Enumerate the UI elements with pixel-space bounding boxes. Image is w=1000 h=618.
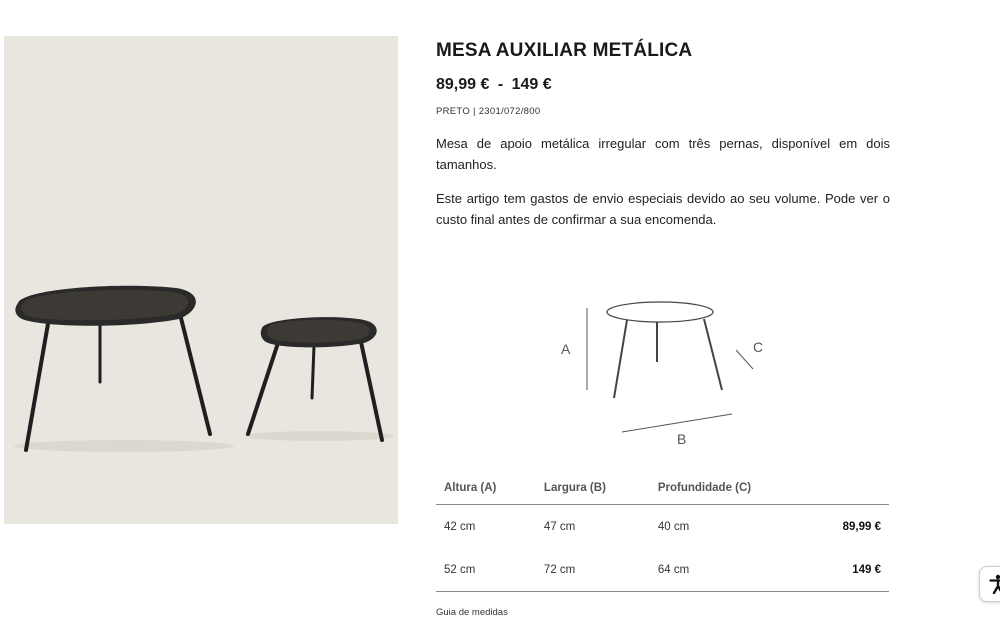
price-max: 149 € xyxy=(511,76,552,93)
cell-price: 89,99 € xyxy=(842,520,881,533)
price-range: 89,99 € - 149 € xyxy=(436,76,890,94)
cell-depth: 40 cm xyxy=(657,520,690,533)
price-min: 89,99 € xyxy=(436,76,490,93)
cell-width: 47 cm xyxy=(543,520,576,533)
header-price xyxy=(810,476,889,505)
dimension-label-c: C xyxy=(753,339,763,355)
dimension-label-a: A xyxy=(561,341,571,357)
dimensions-diagram: A C B xyxy=(561,301,763,447)
header-height: Altura (A) xyxy=(444,482,497,494)
table-row[interactable]: 42 cm 47 cm 40 cm 89,99 € xyxy=(436,505,889,549)
shipping-note: Este artigo tem gastos de envio especiai… xyxy=(436,191,890,227)
cell-depth: 64 cm xyxy=(657,563,690,576)
cell-price: 149 € xyxy=(852,563,881,576)
product-title: MESA AUXILIAR METÁLICA xyxy=(436,40,693,61)
dimension-label-b: B xyxy=(677,431,686,447)
cell-height: 52 cm xyxy=(444,563,476,576)
price-separator: - xyxy=(497,76,504,93)
header-width: Largura (B) xyxy=(543,482,606,494)
product-image[interactable] xyxy=(4,36,398,524)
side-tables-illustration xyxy=(14,285,394,452)
accessibility-button[interactable] xyxy=(979,566,1000,602)
table-row[interactable]: 52 cm 72 cm 64 cm 149 € xyxy=(436,548,889,592)
header-depth: Profundidade (C) xyxy=(657,482,752,494)
size-guide-link[interactable]: Guia de medidas xyxy=(436,607,508,618)
accessibility-icon xyxy=(989,574,1000,594)
cell-height: 42 cm xyxy=(444,520,476,533)
product-info: MESA AUXILIAR METÁLICA 89,99 € - 149 € P… xyxy=(436,40,890,243)
dimensions-table: Altura (A) Largura (B) Profundidade (C) … xyxy=(436,476,889,592)
product-description: Mesa de apoio metálica irregular com trê… xyxy=(436,136,890,172)
table-header-row: Altura (A) Largura (B) Profundidade (C) xyxy=(436,476,889,505)
cell-width: 72 cm xyxy=(543,563,576,576)
product-reference: PRETO | 2301/072/800 xyxy=(436,106,541,117)
